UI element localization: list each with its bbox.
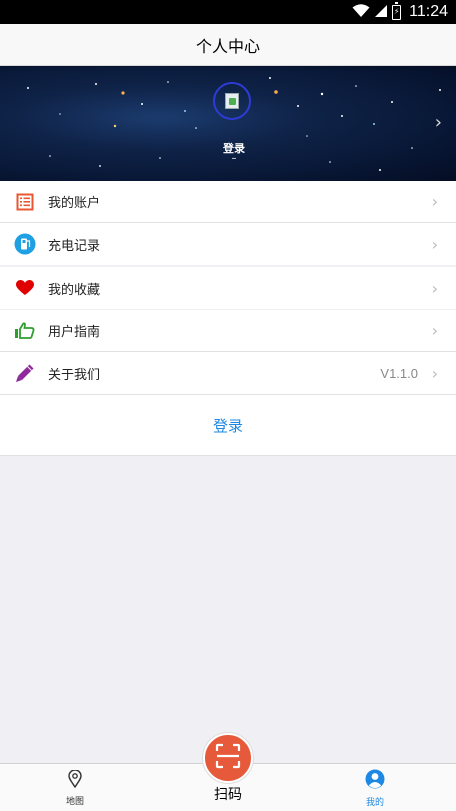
menu-item-user-guide[interactable]: 用户指南 › [0, 310, 456, 352]
title-bar: 个人中心 [0, 24, 456, 66]
menu-item-label: 我的收藏 [48, 282, 101, 298]
chevron-right-icon[interactable]: › [435, 112, 442, 133]
thumbs-up-icon [14, 320, 36, 342]
chevron-right-icon: › [431, 192, 438, 211]
status-time: 11:24 [409, 3, 448, 20]
scan-label[interactable]: 扫码 [193, 784, 263, 804]
menu-item-label: 用户指南 [48, 325, 101, 340]
login-button[interactable]: 登录 [0, 394, 456, 456]
menu-item-my-account[interactable]: 我的账户 › [0, 181, 456, 223]
chevron-right-icon: › [431, 321, 438, 340]
menu-group-info: 用户指南 › 关于我们 V1.1.0 › [0, 310, 456, 394]
menu-item-my-favorites[interactable]: 我的收藏 › [0, 267, 456, 309]
menu-item-label: 充电记录 [48, 238, 101, 254]
tab-me[interactable]: 我的 [345, 764, 405, 811]
pencil-icon [14, 362, 36, 384]
avatar-image [225, 93, 239, 109]
scan-button[interactable] [203, 733, 253, 783]
tab-me-label: 我的 [365, 797, 384, 808]
menu-group-favorites: 我的收藏 › [0, 267, 456, 309]
version-value: V1.1.0 [380, 365, 418, 381]
avatar[interactable] [213, 82, 251, 120]
scan-icon [214, 742, 242, 774]
menu-group-account: 我的账户 › 充电记录 › [0, 181, 456, 265]
signal-icon [374, 3, 388, 22]
account-list-icon [14, 191, 36, 213]
menu-item-label: 我的账户 [48, 196, 101, 211]
menu-item-charge-record[interactable]: 充电记录 › [0, 223, 456, 265]
tab-map[interactable]: 地图 [45, 764, 105, 811]
charge-record-icon [14, 233, 36, 255]
login-button-label: 登录 [212, 416, 243, 435]
chevron-right-icon: › [431, 278, 438, 298]
wifi-icon [352, 3, 370, 22]
chevron-right-icon: › [431, 234, 438, 254]
menu-item-label: 关于我们 [48, 367, 101, 383]
status-bar: ⚡ 11:24 [0, 0, 456, 24]
banner-sub-label: – [231, 153, 237, 164]
page-title: 个人中心 [195, 36, 260, 56]
chevron-right-icon: › [431, 363, 438, 383]
battery-icon: ⚡ [392, 1, 402, 20]
map-pin-icon [68, 768, 82, 792]
heart-icon [14, 277, 36, 299]
menu-item-about-us[interactable]: 关于我们 V1.1.0 › [0, 352, 456, 394]
tab-map-label: 地图 [65, 796, 84, 807]
user-profile-icon [365, 769, 385, 793]
